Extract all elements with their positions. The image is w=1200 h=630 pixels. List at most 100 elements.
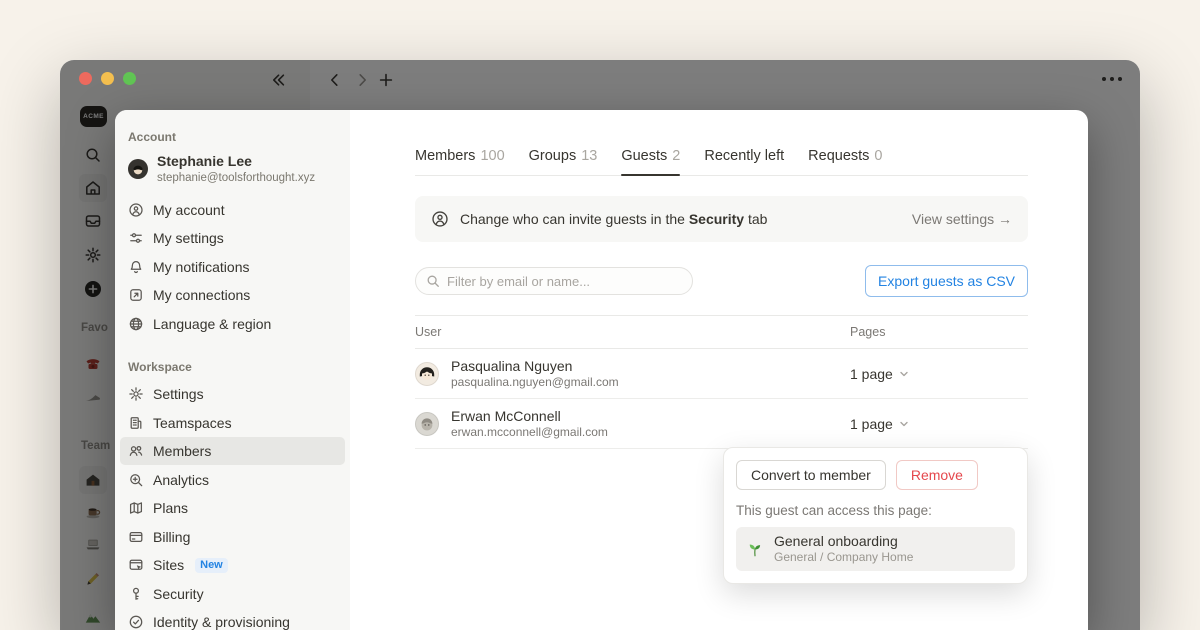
nav-analytics[interactable]: Analytics bbox=[120, 465, 345, 494]
nav-label: Members bbox=[153, 443, 211, 459]
new-badge: New bbox=[195, 558, 228, 573]
accessible-page-item[interactable]: General onboarding General / Company Hom… bbox=[736, 527, 1015, 571]
nav-security[interactable]: Security bbox=[120, 579, 345, 608]
search-icon bbox=[426, 274, 440, 288]
fullscreen-button[interactable] bbox=[123, 72, 136, 85]
nav-settings[interactable]: Settings bbox=[120, 380, 345, 409]
guest-avatar bbox=[415, 362, 439, 386]
person-circle-icon bbox=[431, 210, 449, 228]
sprout-icon bbox=[746, 540, 764, 558]
map-icon bbox=[128, 500, 144, 516]
nav-label: Language & region bbox=[153, 316, 271, 332]
pages-dropdown[interactable]: 1 page bbox=[850, 366, 1028, 382]
account-user-row[interactable]: Stephanie Lee stephanie@toolsforthought.… bbox=[115, 153, 350, 185]
user-avatar bbox=[128, 159, 148, 179]
tab-requests[interactable]: Requests 0 bbox=[808, 148, 882, 175]
nav-plans[interactable]: Plans bbox=[120, 494, 345, 523]
tab-guests[interactable]: Guests 2 bbox=[621, 148, 680, 175]
guest-avatar bbox=[415, 412, 439, 436]
tab-label: Members bbox=[415, 148, 475, 164]
close-button[interactable] bbox=[79, 72, 92, 85]
guest-name: Pasqualina Nguyen bbox=[451, 357, 619, 375]
account-nav: My account My settings My notifications … bbox=[115, 195, 350, 338]
app-window: ACME Favo Team Account bbox=[60, 60, 1140, 630]
circle-check-icon bbox=[128, 614, 144, 630]
export-csv-button[interactable]: Export guests as CSV bbox=[865, 265, 1028, 297]
settings-modal: Account Stephanie Lee stephanie@toolsfor… bbox=[115, 110, 1088, 630]
filter-input[interactable] bbox=[447, 274, 682, 289]
credit-card-icon bbox=[128, 529, 144, 545]
tab-groups[interactable]: Groups13 bbox=[529, 148, 598, 175]
nav-label: Plans bbox=[153, 500, 188, 516]
bell-icon bbox=[128, 259, 144, 275]
nav-label: Analytics bbox=[153, 472, 209, 488]
nav-teamspaces[interactable]: Teamspaces bbox=[120, 408, 345, 437]
popup-buttons: Convert to member Remove bbox=[736, 460, 1015, 490]
tab-label: Guests bbox=[621, 148, 667, 164]
browser-cursor-icon bbox=[128, 557, 144, 573]
nav-identity-provisioning[interactable]: Identity & provisioning bbox=[120, 608, 345, 630]
minimize-button[interactable] bbox=[101, 72, 114, 85]
nav-label: Identity & provisioning bbox=[153, 614, 290, 630]
filter-search[interactable] bbox=[415, 267, 693, 295]
column-user: User bbox=[415, 325, 850, 339]
nav-billing[interactable]: Billing bbox=[120, 522, 345, 551]
sliders-icon bbox=[128, 230, 144, 246]
guest-email: erwan.mcconnell@gmail.com bbox=[451, 425, 608, 441]
guest-name: Erwan McConnell bbox=[451, 407, 608, 425]
settings-sidebar: Account Stephanie Lee stephanie@toolsfor… bbox=[115, 110, 350, 630]
nav-label: My account bbox=[153, 202, 225, 218]
popup-caption: This guest can access this page: bbox=[736, 503, 1015, 518]
invite-settings-banner: Change who can invite guests in the Secu… bbox=[415, 196, 1028, 242]
nav-label: My notifications bbox=[153, 259, 249, 275]
guest-user-cell: Pasqualina Nguyen pasqualina.nguyen@gmai… bbox=[415, 357, 850, 391]
tab-label: Requests bbox=[808, 148, 869, 164]
nav-my-account[interactable]: My account bbox=[120, 195, 345, 224]
building-icon bbox=[128, 415, 144, 431]
globe-icon bbox=[128, 316, 144, 332]
pages-count: 1 page bbox=[850, 366, 893, 382]
nav-members[interactable]: Members bbox=[120, 437, 345, 466]
guest-actions-popup: Convert to member Remove This guest can … bbox=[723, 447, 1028, 584]
pages-dropdown[interactable]: 1 page bbox=[850, 416, 1028, 432]
table-header: User Pages bbox=[415, 315, 1028, 349]
nav-language-region[interactable]: Language & region bbox=[120, 309, 345, 338]
nav-sites[interactable]: Sites New bbox=[120, 551, 345, 580]
view-settings-link[interactable]: View settings → bbox=[912, 211, 1012, 227]
tab-count: 13 bbox=[581, 148, 597, 164]
convert-to-member-button[interactable]: Convert to member bbox=[736, 460, 886, 490]
page-title: General onboarding bbox=[774, 532, 913, 550]
nav-my-notifications[interactable]: My notifications bbox=[120, 252, 345, 281]
guest-row: Erwan McConnell erwan.mcconnell@gmail.co… bbox=[415, 399, 1028, 449]
tab-recently-left[interactable]: Recently left bbox=[704, 148, 784, 175]
tab-bar: Members 100 Groups13 Guests 2 Recently lef… bbox=[415, 110, 1028, 176]
nav-label: Billing bbox=[153, 529, 190, 545]
tab-members[interactable]: Members 100 bbox=[415, 148, 505, 175]
pages-count: 1 page bbox=[850, 416, 893, 432]
account-section-label: Account bbox=[115, 130, 350, 144]
list-controls: Export guests as CSV bbox=[415, 265, 1028, 297]
nav-my-connections[interactable]: My connections bbox=[120, 281, 345, 310]
column-pages: Pages bbox=[850, 325, 1028, 339]
magnifier-plus-icon bbox=[128, 472, 144, 488]
page-breadcrumb: General / Company Home bbox=[774, 550, 913, 566]
nav-label: Settings bbox=[153, 386, 204, 402]
guest-row: Pasqualina Nguyen pasqualina.nguyen@gmai… bbox=[415, 349, 1028, 399]
chevron-down-icon bbox=[899, 419, 909, 429]
tab-label: Recently left bbox=[704, 148, 784, 164]
tab-count: 100 bbox=[480, 148, 504, 164]
person-circle-icon bbox=[128, 202, 144, 218]
remove-guest-button[interactable]: Remove bbox=[896, 460, 978, 490]
tab-count: 2 bbox=[672, 148, 680, 164]
arrow-up-right-box-icon bbox=[128, 287, 144, 303]
guest-email: pasqualina.nguyen@gmail.com bbox=[451, 375, 619, 391]
tab-count: 0 bbox=[874, 148, 882, 164]
workspace-section-label: Workspace bbox=[115, 360, 350, 374]
user-email: stephanie@toolsforthought.xyz bbox=[157, 171, 315, 186]
key-icon bbox=[128, 586, 144, 602]
nav-my-settings[interactable]: My settings bbox=[120, 224, 345, 253]
nav-label: Sites bbox=[153, 557, 184, 573]
nav-label: My settings bbox=[153, 230, 224, 246]
nav-label: Teamspaces bbox=[153, 415, 232, 431]
nav-label: My connections bbox=[153, 287, 250, 303]
